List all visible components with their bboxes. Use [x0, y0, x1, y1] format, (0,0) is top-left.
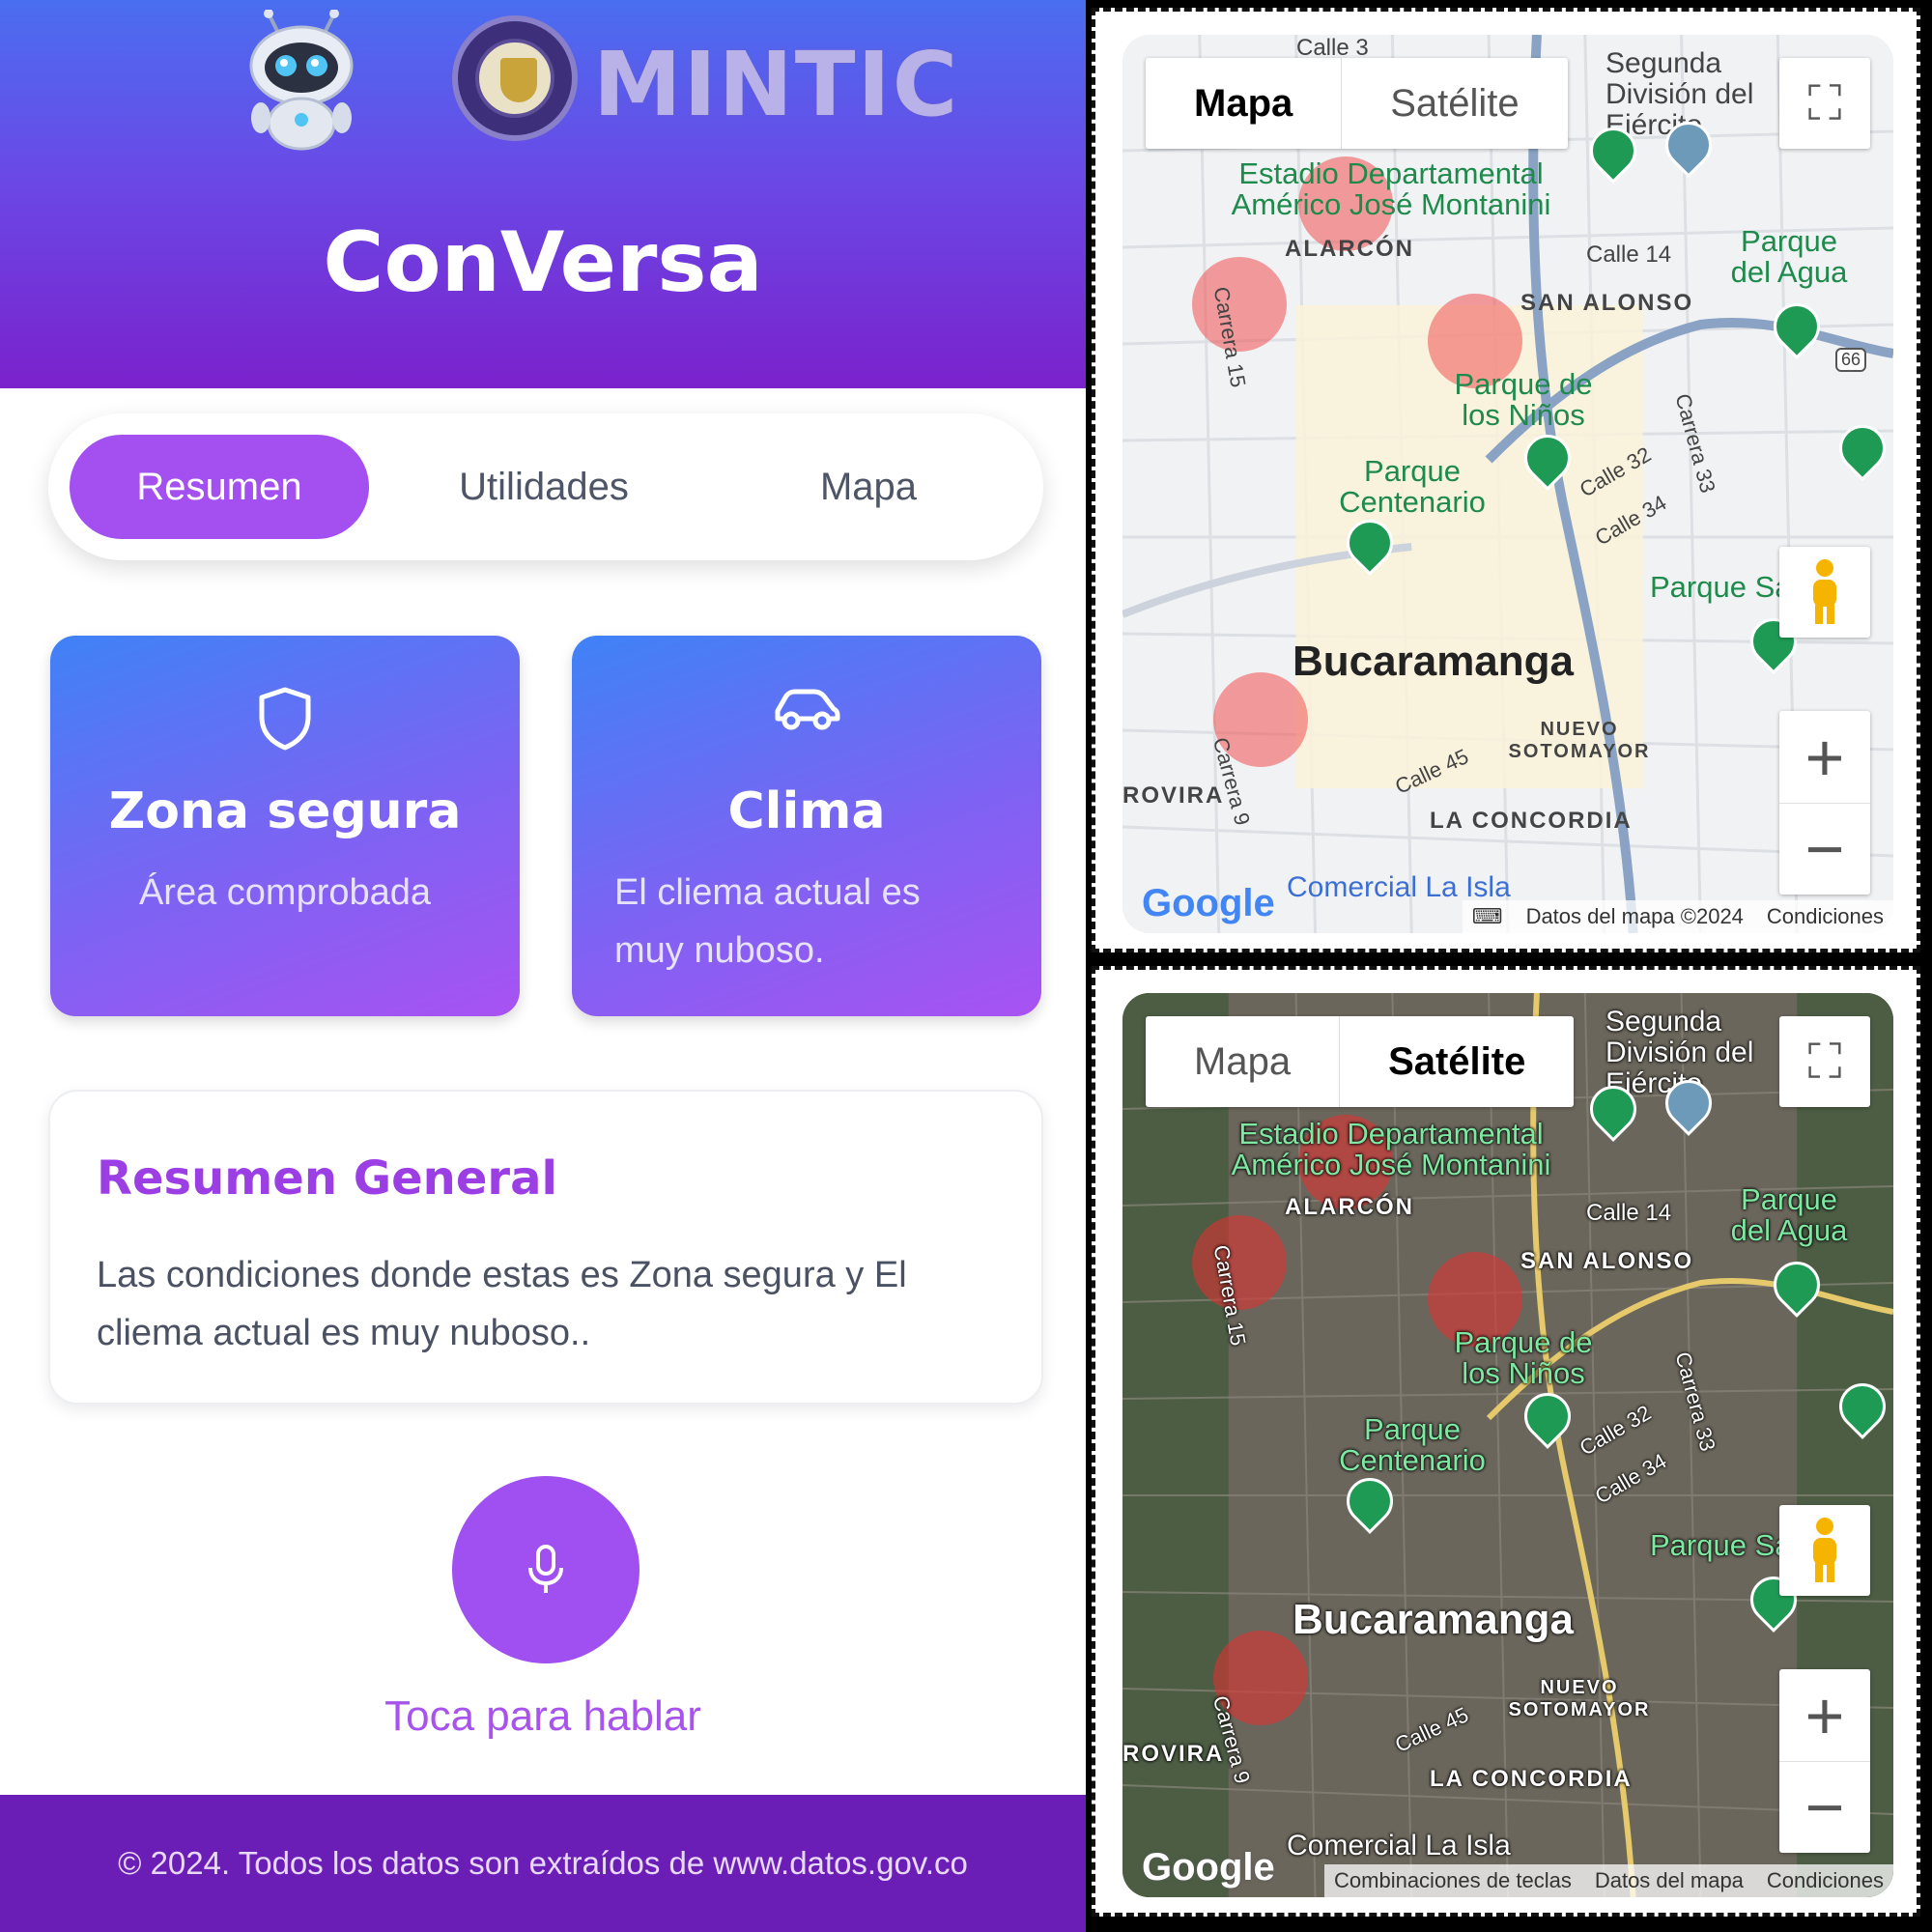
park-label: Parque Sa: [1650, 570, 1792, 604]
city-label: Bucaramanga: [1293, 638, 1575, 685]
street-label: Calle 14: [1586, 242, 1672, 268]
map-panel-satellite: Estadio Departamental Américo José Monta…: [1092, 966, 1920, 1917]
map-type-satelite[interactable]: Satélite: [1339, 1016, 1574, 1107]
place-label: Comercial La Isla: [1287, 871, 1511, 903]
google-logo: Google: [1142, 1846, 1275, 1889]
map-type-control: Mapa Satélite: [1146, 1016, 1575, 1107]
tab-utilidades[interactable]: Utilidades: [394, 435, 694, 539]
neighborhood-label: SAN ALONSO: [1520, 1248, 1694, 1274]
tab-resumen[interactable]: Resumen: [70, 435, 369, 539]
card-title: Zona segura: [108, 782, 462, 840]
neighborhood-label: LA CONCORDIA: [1430, 1766, 1633, 1792]
map-panel-roadmap: Calle 3 Estadio Departamental Américo Jo…: [1092, 8, 1920, 952]
app-screen: MINTIC ConVersa Resumen Utilidades Mapa …: [0, 0, 1086, 1932]
park-label: Parque del Agua: [1730, 1182, 1848, 1247]
card-zona-segura[interactable]: Zona segura Área comprobada: [50, 636, 520, 1016]
terms-link[interactable]: Condiciones: [1767, 1868, 1884, 1893]
app-title: ConVersa: [323, 214, 763, 311]
map-type-control: Mapa Satélite: [1146, 58, 1568, 149]
park-label: Parque de los Niños: [1454, 1325, 1593, 1390]
zoom-in-button[interactable]: +: [1779, 1669, 1870, 1761]
shield-icon: [259, 687, 311, 751]
footer-text: © 2024. Todos los datos son extraídos de…: [0, 1795, 1086, 1932]
robot-mascot-icon: [249, 10, 354, 151]
pegman-icon[interactable]: [1779, 547, 1870, 638]
summary-card: Resumen General Las condiciones donde es…: [48, 1090, 1043, 1405]
microphone-icon: [528, 1545, 563, 1593]
neighborhood-label: NUEVO SOTOMAYOR: [1508, 1677, 1651, 1720]
colombia-seal-logo: [452, 15, 578, 141]
city-label: Bucaramanga: [1293, 1596, 1575, 1643]
neighborhood-label: ROVIRA: [1122, 782, 1225, 809]
place-label: Comercial La Isla: [1287, 1830, 1511, 1861]
neighborhood-label: ALARCÓN: [1285, 236, 1414, 262]
keyboard-shortcuts-link[interactable]: Combinaciones de teclas: [1334, 1868, 1572, 1893]
app-header: MINTIC ConVersa: [0, 0, 1086, 388]
zoom-control: + −: [1779, 711, 1870, 895]
card-subtitle: Área comprobada: [138, 872, 432, 913]
neighborhood-label: LA CONCORDIA: [1430, 808, 1633, 834]
google-logo: Google: [1142, 882, 1275, 924]
map-attribution: Combinaciones de teclas Datos del mapa C…: [1324, 1864, 1893, 1897]
neighborhood-label: SAN ALONSO: [1520, 290, 1694, 316]
zoom-out-button[interactable]: −: [1779, 803, 1870, 895]
neighborhood-label: ROVIRA: [1122, 1741, 1225, 1767]
map-type-mapa[interactable]: Mapa: [1146, 1016, 1339, 1107]
card-clima[interactable]: Clima El cliema actual es muy nuboso.: [572, 636, 1041, 1016]
summary-text: Las condiciones donde estas es Zona segu…: [97, 1255, 907, 1353]
keyboard-icon[interactable]: ⌨: [1472, 904, 1503, 929]
map-data-link[interactable]: Datos del mapa: [1595, 1868, 1744, 1893]
map-attribution: ⌨ Datos del mapa ©2024 Condiciones: [1462, 900, 1893, 933]
neighborhood-label: ALARCÓN: [1285, 1194, 1414, 1220]
car-icon: [775, 689, 840, 730]
neighborhood-label: NUEVO SOTOMAYOR: [1508, 719, 1651, 762]
park-label: Parque del Agua: [1730, 224, 1848, 289]
map-type-satelite[interactable]: Satélite: [1341, 58, 1567, 149]
pegman-icon[interactable]: [1779, 1505, 1870, 1596]
fullscreen-icon[interactable]: ⛶: [1779, 58, 1870, 149]
map-data-link[interactable]: Datos del mapa ©2024: [1526, 904, 1744, 929]
summary-title: Resumen General: [97, 1151, 557, 1206]
mic-button[interactable]: [452, 1476, 639, 1663]
mintic-logo-text: MINTIC: [593, 33, 960, 136]
street-label: Calle 14: [1586, 1200, 1672, 1226]
place-label: Estadio Departamental Américo José Monta…: [1231, 1117, 1551, 1181]
place-label: Estadio Departamental Américo José Monta…: [1231, 156, 1551, 221]
map-type-mapa[interactable]: Mapa: [1146, 58, 1341, 149]
map-satellite[interactable]: Estadio Departamental Américo José Monta…: [1122, 993, 1893, 1897]
fullscreen-icon[interactable]: ⛶: [1779, 1016, 1870, 1107]
park-label: Parque de los Niños: [1454, 367, 1593, 432]
card-title: Clima: [727, 782, 886, 840]
zoom-in-button[interactable]: +: [1779, 711, 1870, 803]
zoom-out-button[interactable]: −: [1779, 1761, 1870, 1853]
tab-bar: Resumen Utilidades Mapa: [48, 413, 1043, 560]
mic-label: Toca para hablar: [384, 1692, 701, 1740]
terms-link[interactable]: Condiciones: [1767, 904, 1884, 929]
tab-mapa[interactable]: Mapa: [719, 435, 1018, 539]
park-label: Parque Centenario: [1339, 1412, 1486, 1477]
card-subtitle: El cliema actual es muy nuboso.: [614, 872, 921, 971]
zoom-control: + −: [1779, 1669, 1870, 1853]
route-shield: 66: [1835, 348, 1867, 372]
park-label: Parque Centenario: [1339, 454, 1486, 519]
park-label: Parque Sa: [1650, 1528, 1792, 1562]
map-roadmap[interactable]: Calle 3 Estadio Departamental Américo Jo…: [1122, 35, 1893, 933]
